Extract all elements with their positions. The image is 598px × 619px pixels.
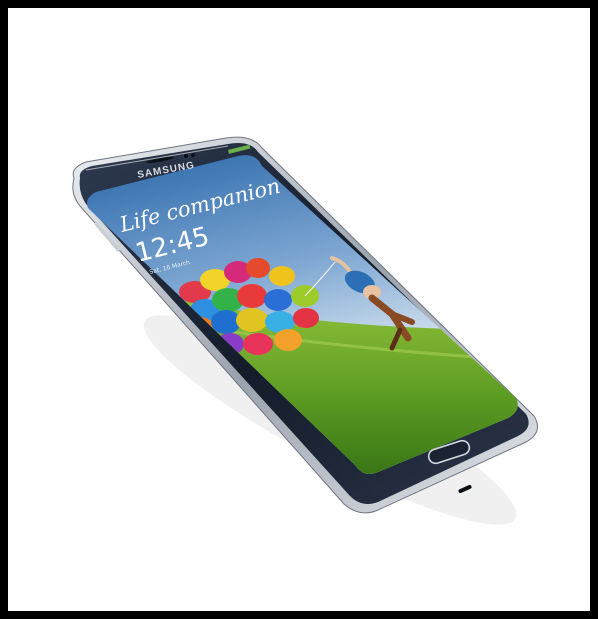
smartphone-photo: Life companion 12:45 Sat, 16 March SAMSU… <box>72 136 539 525</box>
front-camera-icon <box>183 153 189 159</box>
sensor-icon <box>191 153 195 157</box>
